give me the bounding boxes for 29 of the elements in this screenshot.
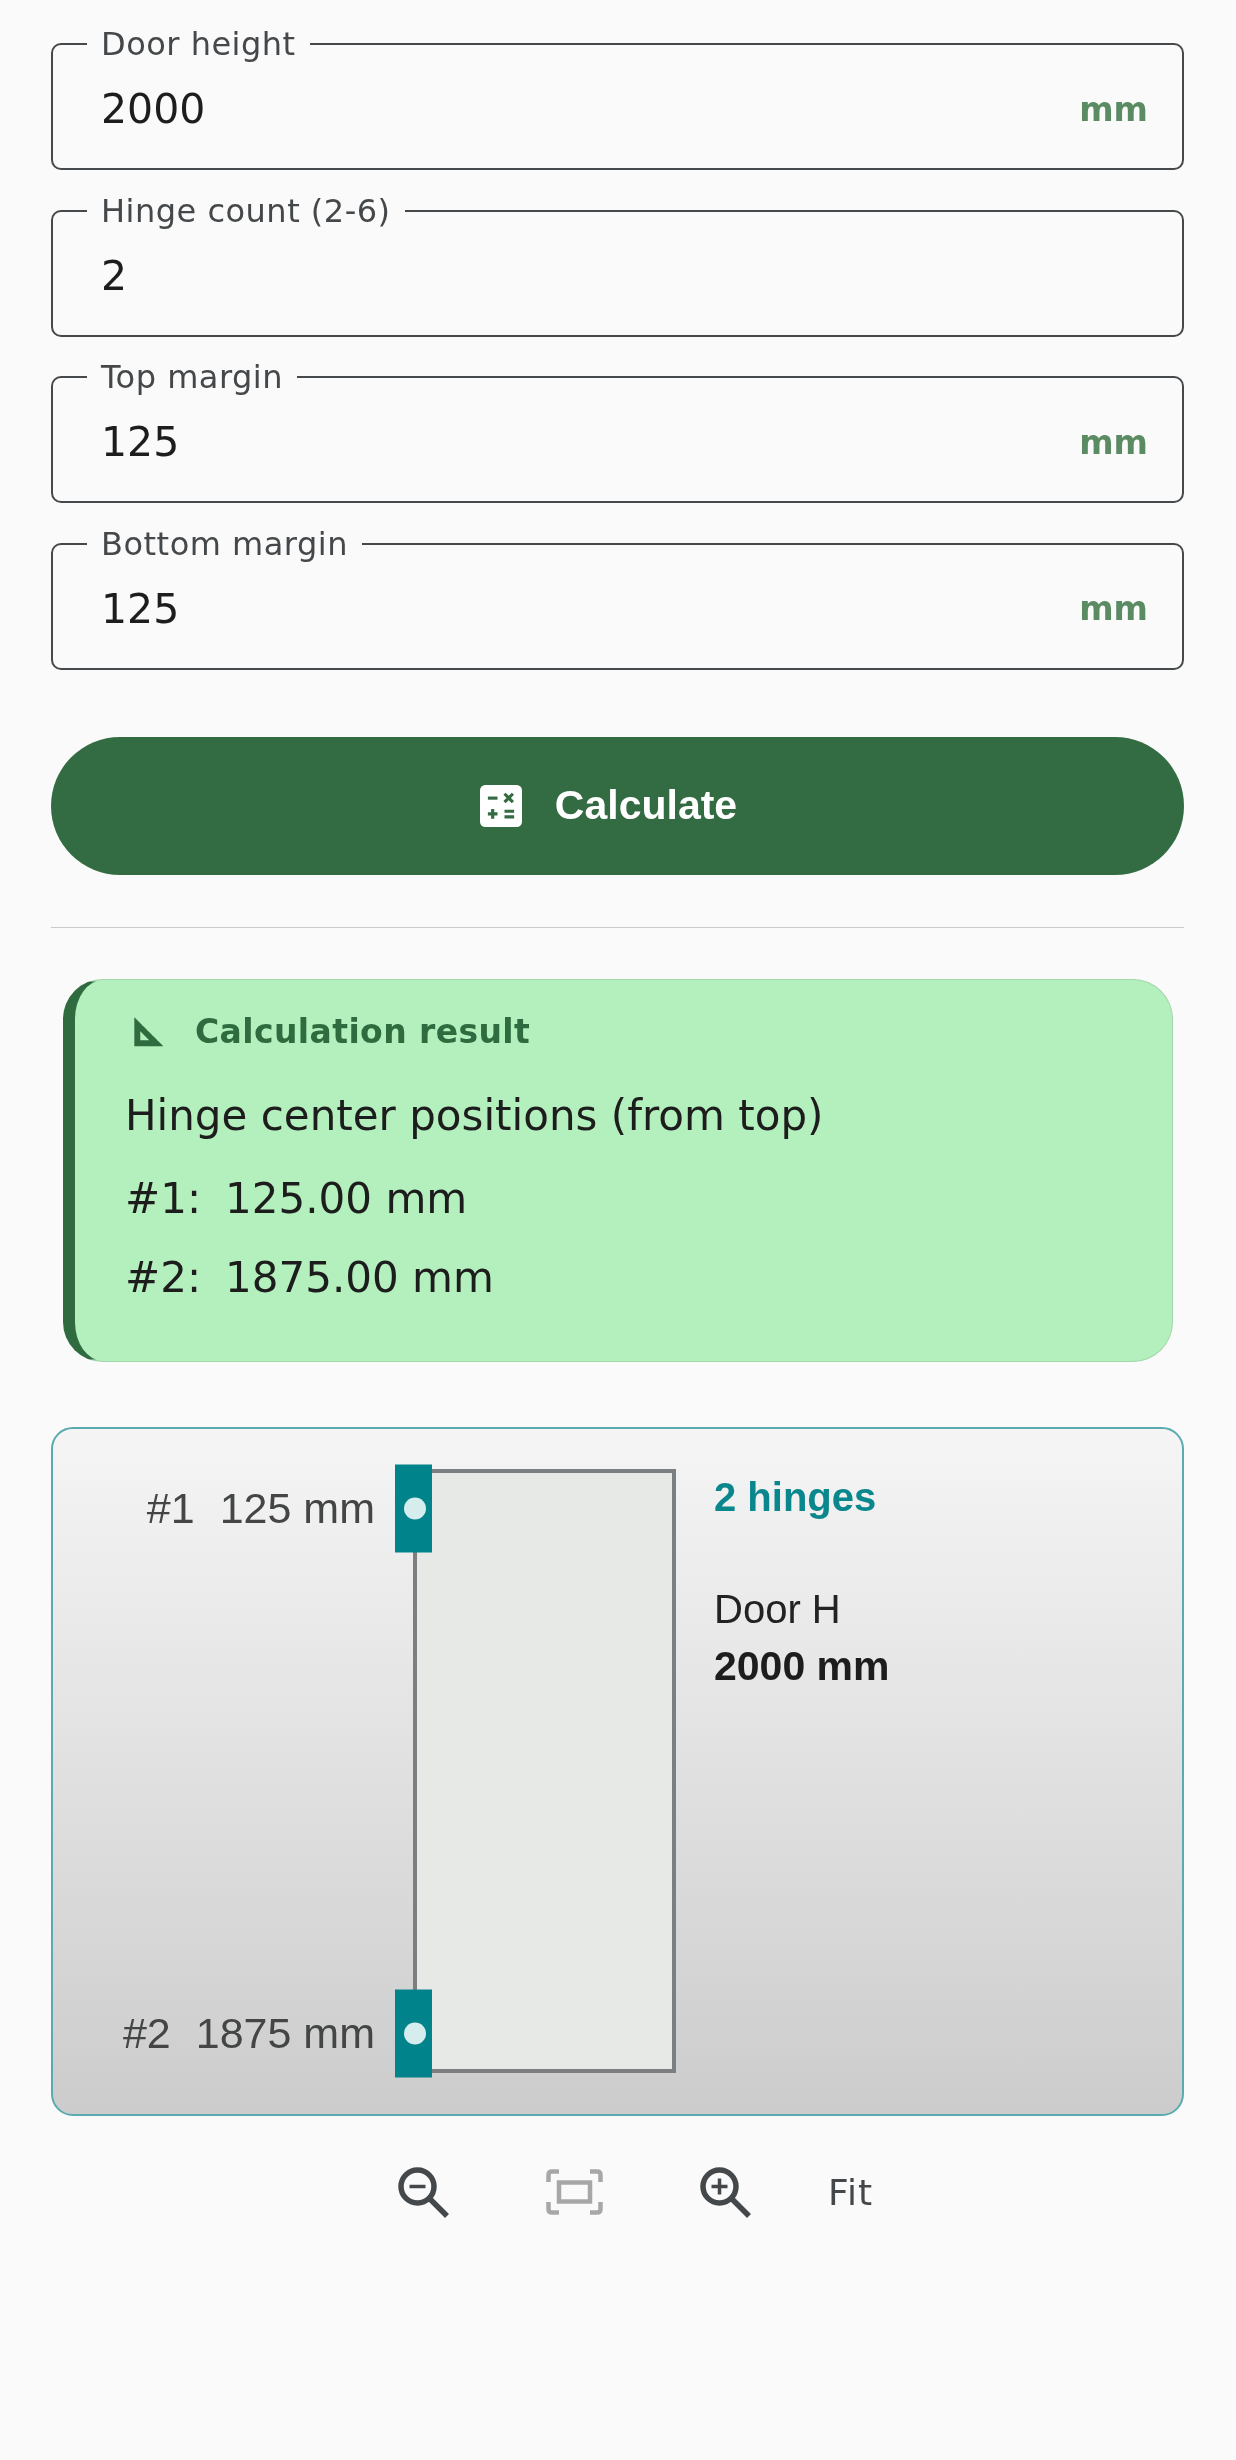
unit-suffix: mm	[1079, 89, 1148, 129]
hinge-number: #1	[146, 1483, 195, 1533]
fit-button[interactable]: Fit	[827, 2171, 874, 2213]
position-value: 1875.00 mm	[225, 1252, 494, 1303]
zoom-in-icon[interactable]	[699, 2166, 751, 2218]
field-input[interactable]: 125	[101, 394, 1080, 490]
field-label: Bottom margin	[100, 526, 349, 561]
door-height-value: 2000 mm	[714, 1642, 890, 1689]
field-label: Door height	[100, 27, 297, 61]
hinge-count: 2 hinges	[714, 1473, 878, 1520]
unit-suffix: mm	[1079, 589, 1148, 628]
zoom-out-icon[interactable]	[397, 2166, 449, 2218]
hinge-icon	[395, 1464, 432, 1552]
calculator-icon	[479, 784, 522, 827]
field-input[interactable]: 2000	[101, 61, 1080, 157]
result-subtitle: Hinge center positions (from top)	[125, 1090, 825, 1141]
field-label: Top margin	[100, 360, 285, 394]
result-title: Calculation result	[195, 1011, 531, 1052]
calculate-button[interactable]: Calculate	[51, 736, 1184, 875]
field-label: Hinge count (2-6)	[100, 193, 392, 228]
hinge-number: #2	[122, 2008, 171, 2058]
hinge-distance: 1875 mm	[195, 2008, 375, 2058]
hinge-distance: 125 mm	[219, 1483, 375, 1533]
door-height-label: Door H	[714, 1585, 842, 1632]
position-label: #1:	[125, 1173, 202, 1224]
position-value: 125.00 mm	[225, 1173, 468, 1224]
position-label: #2:	[125, 1252, 202, 1303]
unit-suffix: mm	[1079, 422, 1148, 462]
hinge-icon	[395, 1989, 432, 2077]
